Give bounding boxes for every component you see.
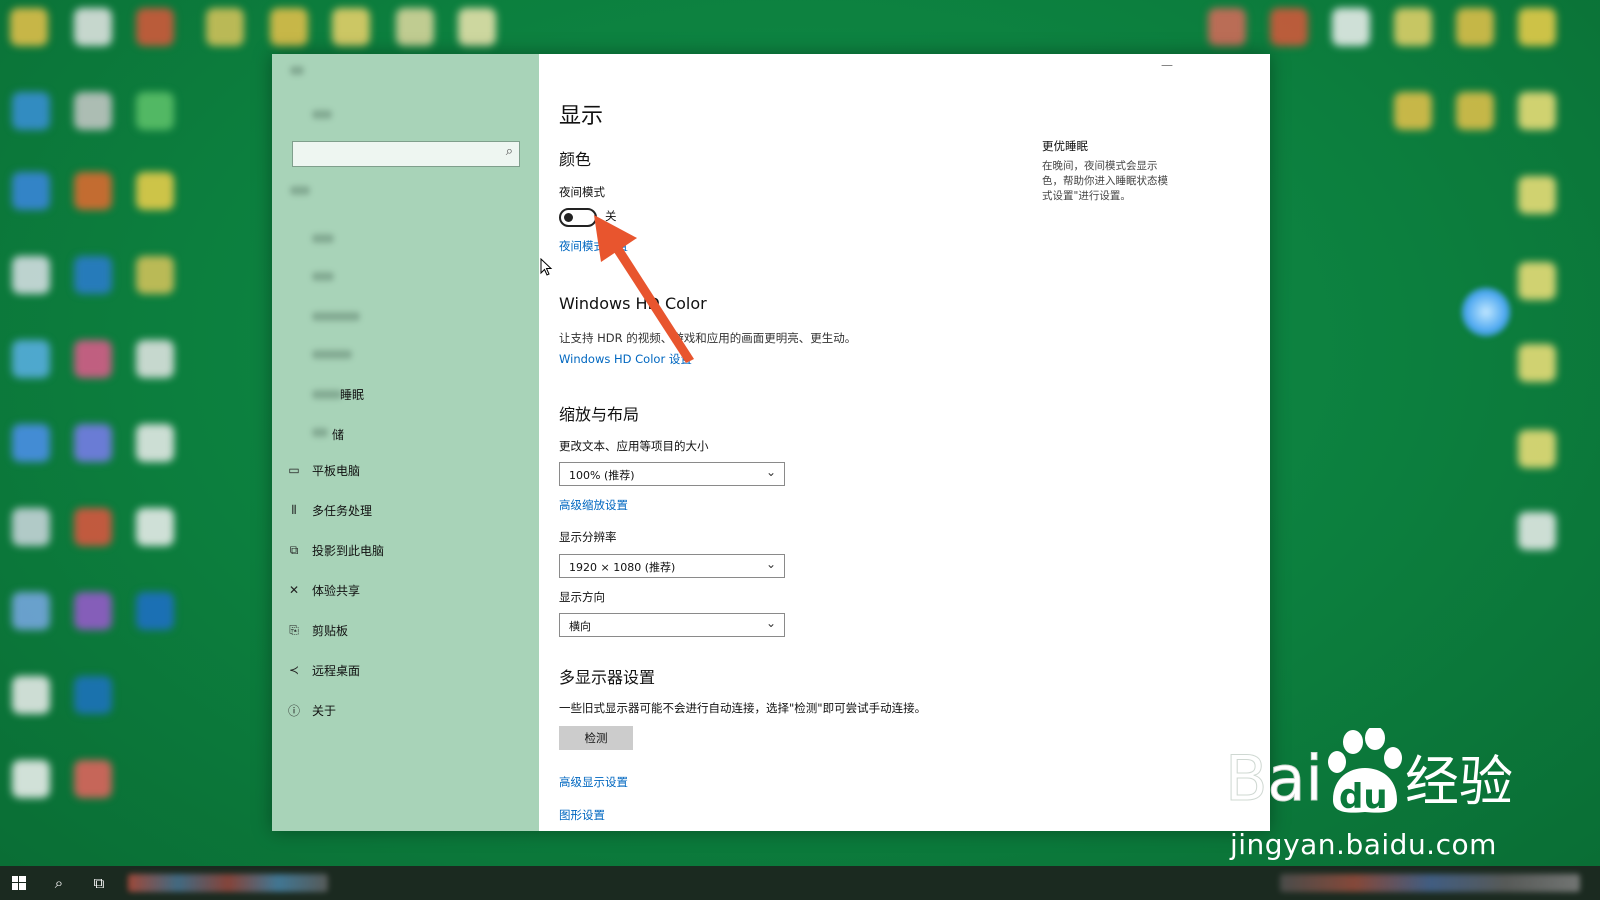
better-sleep-description: 在晚间，夜间模式会显示色，帮助你进入睡眠状态模式设置"进行设置。 <box>1042 160 1168 202</box>
desktop-icons-left <box>0 0 200 820</box>
project-icon: ⧉ <box>289 542 299 557</box>
multitasking-icon: ⫴ <box>291 502 297 517</box>
desktop-icons-top <box>200 0 520 60</box>
hdr-section-heading: Windows HD Color <box>559 294 707 313</box>
logo-text-bai: Bai <box>1225 742 1323 815</box>
sidebar-item-label: 平板电脑 <box>312 463 361 478</box>
shared-experiences-icon: ✕ <box>288 583 300 597</box>
sidebar-item-label: 投影到此电脑 <box>312 543 385 558</box>
sidebar-item-label: 远程桌面 <box>312 663 361 678</box>
taskbar: ⌕ ⧉ <box>0 866 1600 900</box>
night-mode-settings-link[interactable]: 夜间模式设置 <box>559 238 628 254</box>
remote-desktop-icon: ≺ <box>288 663 300 677</box>
sidebar-item-remote-desktop[interactable]: ≺ 远程桌面 <box>284 655 524 685</box>
settings-content: — 显示 颜色 夜间模式 关 夜间模式设置 Windows HD Color 让… <box>539 54 1270 831</box>
sidebar-item-tablet[interactable]: ▭ 平板电脑 <box>284 455 524 485</box>
resolution-label: 显示分辨率 <box>559 530 617 544</box>
detect-button[interactable]: 检测 <box>559 726 633 750</box>
task-view-icon[interactable]: ⧉ <box>82 866 116 900</box>
sidebar-item-label: 多任务处理 <box>312 503 373 518</box>
watermark-url: jingyan.baidu.com <box>1230 828 1497 861</box>
multi-display-heading: 多显示器设置 <box>559 668 656 687</box>
sidebar-item-label: 关于 <box>312 703 337 718</box>
sidebar-item-label: 剪贴板 <box>312 623 349 638</box>
info-icon: ⓘ <box>287 703 300 718</box>
advanced-display-link[interactable]: 高级显示设置 <box>559 774 628 790</box>
hdr-settings-link[interactable]: Windows HD Color 设置 <box>559 351 692 367</box>
resolution-dropdown[interactable]: 1920 × 1080 (推荐) ⌄ <box>559 554 785 578</box>
sidebar-item-storage-partial[interactable]: 储 <box>284 419 524 449</box>
search-icon: ⌕ <box>505 144 513 159</box>
settings-sidebar: ⌕ 睡眠 储 ▭ 平板电脑 ⫴ 多任务处理 ⧉ 投影到此电脑 ✕ 体验共享 ⎘ … <box>272 54 539 831</box>
sidebar-item-sleep-partial[interactable]: 睡眠 <box>284 379 524 409</box>
start-button[interactable] <box>2 866 36 900</box>
scale-section-heading: 缩放与布局 <box>559 405 640 424</box>
page-title: 显示 <box>559 104 604 129</box>
sidebar-item-label: 储 <box>332 427 345 442</box>
resolution-dropdown-value: 1920 × 1080 (推荐) <box>569 561 676 574</box>
night-mode-toggle-state: 关 <box>605 209 617 223</box>
logo-text-jingyan: 经验 <box>1405 750 1513 813</box>
windows-logo-icon <box>12 876 26 890</box>
search-icon[interactable]: ⌕ <box>42 866 76 900</box>
night-mode-label: 夜间模式 <box>559 185 605 199</box>
orientation-label: 显示方向 <box>559 590 605 604</box>
sidebar-item-multitasking[interactable]: ⫴ 多任务处理 <box>284 495 524 525</box>
minimize-button[interactable]: — <box>1161 58 1173 72</box>
tablet-icon: ▭ <box>288 463 300 477</box>
system-tray[interactable] <box>1280 874 1580 892</box>
multi-display-description: 一些旧式显示器可能不会进行自动连接，选择"检测"即可尝试手动连接。 <box>559 701 927 715</box>
sidebar-item-project[interactable]: ⧉ 投影到此电脑 <box>284 535 524 565</box>
sidebar-item-label: 体验共享 <box>312 583 361 598</box>
settings-search-input[interactable]: ⌕ <box>292 141 520 167</box>
logo-text-du: du <box>1339 777 1388 817</box>
sidebar-item-clipboard[interactable]: ⎘ 剪贴板 <box>284 615 524 645</box>
taskbar-app-icons[interactable] <box>128 874 328 892</box>
graphics-settings-link[interactable]: 图形设置 <box>559 807 605 823</box>
floating-assistant-orb[interactable] <box>1460 286 1512 338</box>
scale-dropdown-value: 100% (推荐) <box>569 469 635 482</box>
mouse-cursor <box>540 258 553 276</box>
paw-icon: du <box>1328 728 1402 817</box>
better-sleep-heading: 更优睡眠 <box>1042 139 1088 153</box>
advanced-scale-link[interactable]: 高级缩放设置 <box>559 497 628 513</box>
sidebar-item-label: 睡眠 <box>340 387 365 402</box>
chevron-down-icon: ⌄ <box>765 465 776 479</box>
color-section-heading: 颜色 <box>559 150 592 169</box>
orientation-dropdown[interactable]: 横向 ⌄ <box>559 613 785 637</box>
scale-dropdown[interactable]: 100% (推荐) ⌄ <box>559 462 785 486</box>
night-mode-toggle[interactable] <box>559 208 597 227</box>
sidebar-blurred-header <box>272 54 539 524</box>
settings-window: ⌕ 睡眠 储 ▭ 平板电脑 ⫴ 多任务处理 ⧉ 投影到此电脑 ✕ 体验共享 ⎘ … <box>272 54 1270 831</box>
text-size-label: 更改文本、应用等项目的大小 <box>559 439 709 453</box>
hdr-description: 让支持 HDR 的视频、游戏和应用的画面更明亮、更生动。 <box>559 331 857 345</box>
orientation-dropdown-value: 横向 <box>569 620 591 633</box>
clipboard-icon: ⎘ <box>289 622 299 637</box>
sidebar-item-shared-experiences[interactable]: ✕ 体验共享 <box>284 575 524 605</box>
chevron-down-icon: ⌄ <box>765 557 776 571</box>
sidebar-item-about[interactable]: ⓘ 关于 <box>284 695 524 725</box>
toggle-knob <box>564 213 573 222</box>
chevron-down-icon: ⌄ <box>765 616 776 630</box>
